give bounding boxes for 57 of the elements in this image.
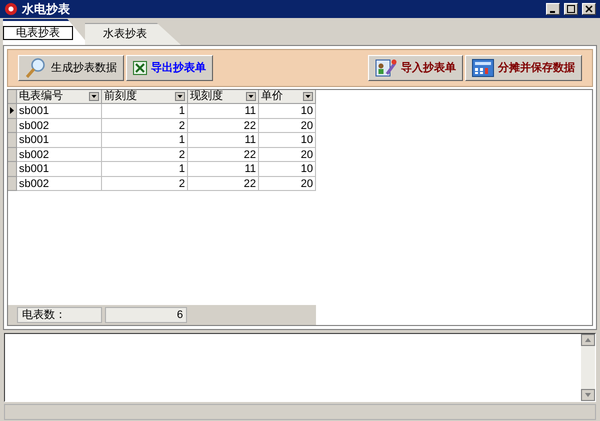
dropdown-icon[interactable] [175,92,185,101]
table-cell: 22 [188,176,259,191]
search-icon [25,57,47,79]
column-header[interactable]: 现刻度 [188,90,259,104]
dropdown-icon[interactable] [303,92,313,101]
table-cell: 20 [259,148,316,162]
table-cell: 10 [259,133,316,148]
dropdown-icon[interactable] [89,92,99,101]
summary-value: 6 [105,307,187,323]
table-cell: 22 [188,148,259,162]
toolbar-button[interactable]: 分摊并保存数据 [465,55,582,81]
column-header[interactable]: 电表编号 [17,90,102,104]
table-cell: 20 [259,118,316,133]
app-icon [4,2,18,16]
table-cell: 2 [102,148,188,162]
maximize-button[interactable] [564,3,578,15]
current-row-icon [10,107,14,114]
table-cell: 11 [188,104,259,118]
column-header[interactable]: 前刻度 [102,90,188,104]
table-cell: 10 [259,104,316,118]
memo-field[interactable] [4,333,596,402]
table-cell: 11 [188,162,259,176]
table-cell: 2 [102,176,188,191]
maximize-icon [567,5,575,13]
toolbar-button[interactable]: 导入抄表单 [368,55,463,81]
table-cell: 2 [102,118,188,133]
scroll-down-icon[interactable] [581,389,595,401]
dropdown-icon[interactable] [246,92,256,101]
column-header[interactable]: 单价 [259,90,316,104]
table-cell: 1 [102,104,188,118]
table-cell: sb002 [17,148,102,162]
toolbar-button[interactable]: 生成抄表数据 [18,55,124,81]
table-cell: sb001 [17,133,102,148]
scrollbar[interactable] [581,334,595,401]
table-cell: sb001 [17,162,102,176]
calculator-icon [472,59,494,77]
people-pencil-icon [375,58,397,78]
table-cell: 11 [188,133,259,148]
table-cell: 1 [102,162,188,176]
close-icon [585,5,593,13]
tab[interactable]: 水表抄表 [85,23,181,45]
spreadsheet-icon [133,61,147,75]
toolbar-button[interactable]: 导出抄表单 [126,55,213,81]
minimize-button[interactable] [546,3,560,15]
summary-label: 电表数： [17,307,102,323]
table-cell: 20 [259,176,316,191]
table-cell: sb001 [17,104,102,118]
table-cell: sb002 [17,176,102,191]
row-indicator[interactable] [8,104,17,118]
window-title: 水电抄表 [22,1,70,18]
grid-corner [8,90,17,104]
table-cell: sb002 [17,118,102,133]
close-button[interactable] [582,3,596,15]
scroll-up-icon[interactable] [581,334,595,346]
table-cell: 22 [188,118,259,133]
table-cell: 10 [259,162,316,176]
table-cell: 1 [102,133,188,148]
